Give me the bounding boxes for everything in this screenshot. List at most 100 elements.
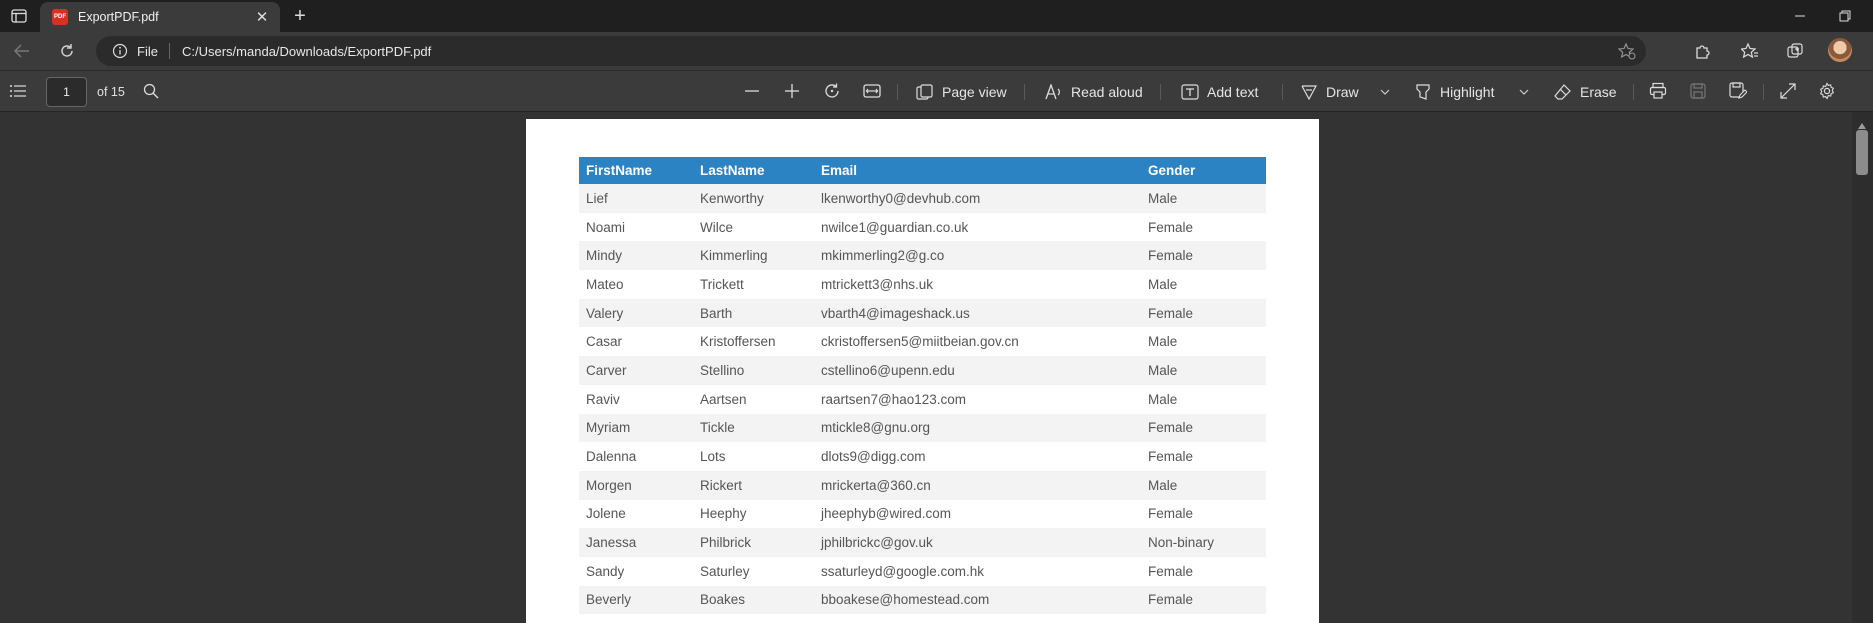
cell-firstname: Morgen bbox=[586, 477, 632, 493]
cell-lastname: Kristoffersen bbox=[700, 334, 776, 350]
cell-email: raartsen7@hao123.com bbox=[821, 391, 967, 407]
save-icon[interactable] bbox=[1688, 81, 1708, 101]
back-icon[interactable] bbox=[10, 40, 34, 62]
cell-gender: Female bbox=[1148, 563, 1194, 579]
header-gender: Gender bbox=[1148, 163, 1196, 178]
cell-gender: Female bbox=[1148, 248, 1194, 264]
navigation-bar: File C:/Users/manda/Downloads/ExportPDF.… bbox=[0, 32, 1873, 70]
read-aloud-icon bbox=[1045, 84, 1060, 100]
cell-email: jheephyb@wired.com bbox=[821, 506, 952, 522]
cell-email: ssaturleyd@google.com.hk bbox=[821, 563, 985, 579]
header-firstname: FirstName bbox=[586, 163, 653, 178]
table-row: Sandy Saturley ssaturleyd@google.com.hk Fem… bbox=[579, 556, 1266, 586]
url-text[interactable]: C:/Users/manda/Downloads/ExportPDF.pdf bbox=[182, 44, 431, 59]
minimize-icon[interactable] bbox=[1790, 6, 1810, 26]
scroll-up-arrow-icon[interactable] bbox=[1857, 118, 1867, 129]
table-row: Casar Kristoffersen ckristoffersen5@miitbe… bbox=[579, 327, 1266, 357]
settings-gear-icon[interactable] bbox=[1817, 81, 1837, 101]
address-bar[interactable]: File C:/Users/manda/Downloads/ExportPDF.… bbox=[96, 36, 1646, 66]
erase-button[interactable]: Erase bbox=[1554, 81, 1617, 103]
page-number-input[interactable]: 1 bbox=[46, 77, 87, 107]
table-row: Janessa Philbrick jphilbrickc@gov.uk Non-bi… bbox=[579, 528, 1266, 557]
cell-lastname: Saturley bbox=[700, 563, 750, 579]
table-row: Mindy Kimmerling mkimmerling2@g.co Female bbox=[579, 241, 1266, 271]
extensions-icon[interactable] bbox=[1692, 40, 1714, 62]
cell-lastname: Rickert bbox=[700, 477, 743, 493]
pdf-page: FirstName LastName Email Gender Lief Kenw… bbox=[526, 119, 1319, 623]
pdf-file-icon: PDF bbox=[52, 9, 68, 25]
cell-email: bboakese@homestead.com bbox=[821, 592, 990, 608]
table-row: Carver Stellino cstellino6@upenn.edu Male bbox=[579, 356, 1266, 385]
table-row: Dalenna Lots dlots9@digg.com Female bbox=[579, 442, 1266, 471]
cell-lastname: Wilce bbox=[700, 219, 733, 235]
cell-email: mtickle8@gnu.org bbox=[821, 420, 931, 436]
info-icon[interactable] bbox=[112, 43, 128, 59]
cell-gender: Female bbox=[1148, 305, 1194, 321]
zoom-out-icon[interactable] bbox=[742, 81, 762, 101]
cell-lastname: Boakes bbox=[700, 592, 746, 608]
toolbar-divider bbox=[1763, 84, 1764, 100]
cell-email: nwilce1@guardian.co.uk bbox=[821, 219, 969, 235]
cell-email: dlots9@digg.com bbox=[821, 449, 926, 465]
cell-email: mrickerta@360.cn bbox=[821, 477, 931, 493]
highlight-button[interactable]: Highlight bbox=[1414, 81, 1494, 103]
refresh-icon[interactable] bbox=[55, 40, 79, 62]
cell-gender: Male bbox=[1148, 334, 1178, 350]
cell-gender: Female bbox=[1148, 592, 1194, 608]
save-as-icon[interactable] bbox=[1728, 81, 1748, 101]
fit-width-icon[interactable] bbox=[862, 81, 882, 101]
header-lastname: LastName bbox=[700, 163, 765, 178]
search-icon[interactable] bbox=[141, 81, 161, 101]
cell-gender: Male bbox=[1148, 276, 1178, 292]
toolbar-divider bbox=[897, 84, 898, 100]
add-favorite-icon[interactable] bbox=[1617, 42, 1636, 60]
toolbar-divider bbox=[1160, 84, 1161, 100]
cell-gender: Male bbox=[1148, 362, 1178, 378]
cell-firstname: Lief bbox=[586, 190, 608, 206]
scrollbar-thumb[interactable] bbox=[1856, 130, 1868, 175]
cell-firstname: Raviv bbox=[586, 391, 620, 407]
new-tab-button[interactable]: + bbox=[290, 5, 310, 27]
read-aloud-button[interactable]: Read aloud bbox=[1045, 81, 1143, 103]
cell-firstname: Casar bbox=[586, 334, 623, 350]
cell-firstname: Beverly bbox=[586, 592, 632, 608]
rotate-icon[interactable] bbox=[822, 81, 842, 101]
cell-firstname: Mindy bbox=[586, 248, 623, 264]
browser-tab[interactable]: PDF ExportPDF.pdf ✕ bbox=[40, 2, 280, 32]
contents-list-icon[interactable] bbox=[8, 81, 28, 101]
table-row: Noami Wilce nwilce1@guardian.co.uk Female bbox=[579, 212, 1266, 242]
restore-icon[interactable] bbox=[1835, 6, 1855, 26]
toolbar-divider bbox=[1024, 84, 1025, 100]
cell-firstname: Sandy bbox=[586, 563, 625, 579]
vertical-scrollbar[interactable] bbox=[1852, 112, 1873, 623]
profile-avatar[interactable] bbox=[1828, 38, 1852, 62]
collections-icon[interactable] bbox=[1784, 40, 1806, 62]
draw-button[interactable]: Draw bbox=[1300, 81, 1359, 103]
cell-gender: Female bbox=[1148, 420, 1194, 436]
erase-label: Erase bbox=[1580, 84, 1617, 100]
cell-gender: Male bbox=[1148, 391, 1178, 407]
cell-gender: Male bbox=[1148, 477, 1178, 493]
highlight-icon bbox=[1416, 84, 1430, 100]
tab-actions-icon[interactable] bbox=[8, 6, 30, 26]
print-icon[interactable] bbox=[1648, 81, 1668, 101]
fullscreen-icon[interactable] bbox=[1778, 81, 1798, 101]
page-view-icon bbox=[916, 84, 933, 100]
highlight-options-chevron-icon[interactable] bbox=[1518, 85, 1530, 99]
draw-label: Draw bbox=[1326, 84, 1359, 100]
cell-gender: Non-binary bbox=[1148, 535, 1215, 551]
draw-icon bbox=[1301, 85, 1318, 101]
draw-options-chevron-icon[interactable] bbox=[1379, 85, 1391, 99]
cell-firstname: Myriam bbox=[586, 420, 631, 436]
tab-close-icon[interactable]: ✕ bbox=[254, 9, 270, 26]
cell-lastname: Aartsen bbox=[700, 391, 747, 407]
eraser-icon bbox=[1554, 84, 1571, 100]
add-text-button[interactable]: Add text bbox=[1181, 81, 1258, 103]
header-email: Email bbox=[821, 163, 858, 178]
zoom-in-icon[interactable] bbox=[782, 81, 802, 101]
favorites-icon[interactable] bbox=[1739, 40, 1761, 62]
page-view-button[interactable]: Page view bbox=[916, 81, 1007, 103]
highlight-label: Highlight bbox=[1440, 84, 1495, 100]
cell-gender: Female bbox=[1148, 449, 1194, 465]
table-row: Raviv Aartsen raartsen7@hao123.com Male bbox=[579, 384, 1266, 414]
